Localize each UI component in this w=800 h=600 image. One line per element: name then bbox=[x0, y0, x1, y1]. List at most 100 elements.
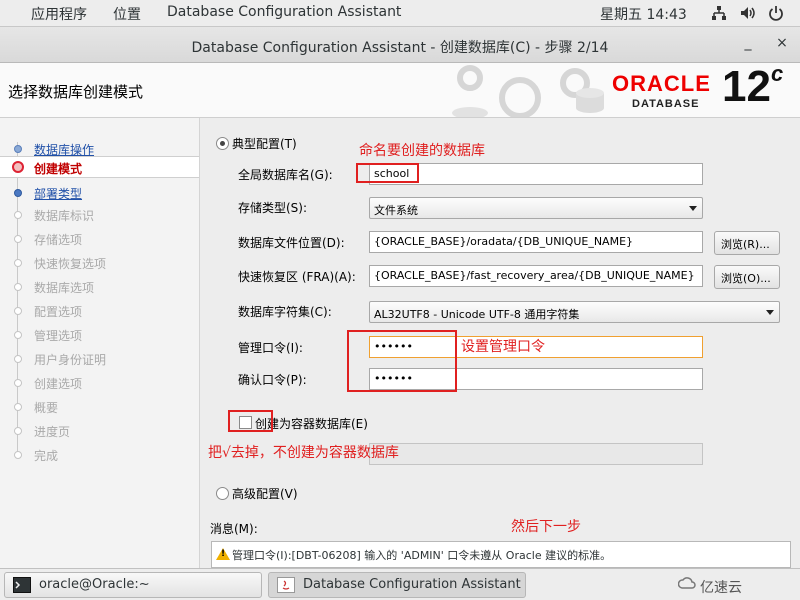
message-text: 管理口令(I):[DBT-06208] 输入的 'ADMIN' 口令未遵从 Or… bbox=[232, 549, 612, 562]
nav-step-label: 部署类型 bbox=[34, 187, 83, 201]
message-label: 消息(M): bbox=[210, 522, 258, 536]
step-dot-icon bbox=[14, 145, 22, 153]
chevron-down-icon bbox=[766, 310, 774, 315]
step-dot-icon bbox=[12, 161, 24, 173]
window-titlebar[interactable]: Database Configuration Assistant - 创建数据库… bbox=[0, 27, 800, 63]
storage-type-select[interactable]: 文件系统 bbox=[369, 197, 703, 219]
nav-step-label: 快速恢复选项 bbox=[34, 257, 107, 271]
minimize-button[interactable]: _ bbox=[739, 35, 757, 51]
nav-step-label: 创建选项 bbox=[34, 377, 83, 391]
db-file-location-label: 数据库文件位置(D): bbox=[238, 236, 345, 250]
network-icon[interactable] bbox=[711, 5, 727, 21]
clock[interactable]: 星期五 14:43 bbox=[600, 4, 687, 24]
gears-decoration-icon bbox=[452, 65, 604, 117]
main-panel: 典型配置(T) 全局数据库名(G): school 存储类型(S): 文件系统 … bbox=[201, 118, 800, 568]
power-icon[interactable] bbox=[768, 5, 784, 21]
nav-step-item: 快速恢复选项 bbox=[0, 252, 199, 274]
advanced-config-label[interactable]: 高级配置(V) bbox=[232, 485, 298, 502]
step-dot-icon bbox=[14, 307, 22, 315]
storage-type-label: 存储类型(S): bbox=[238, 201, 308, 215]
nav-step-item[interactable]: 部署类型 bbox=[0, 182, 199, 204]
nav-step-item: 管理选项 bbox=[0, 324, 199, 346]
typical-config-label[interactable]: 典型配置(T) bbox=[232, 135, 297, 152]
version-badge: 12c bbox=[722, 61, 784, 112]
admin-password-label: 管理口令(I): bbox=[238, 341, 303, 355]
nav-step-item: 数据库选项 bbox=[0, 276, 199, 298]
taskbar-dbca-label: Database Configuration Assistant - ... bbox=[303, 577, 526, 592]
steps-sidebar: 数据库操作 创建模式 部署类型 数据库标识 存储选项 快速恢复选项 数据库选项 配置选项 管理选… bbox=[0, 118, 200, 568]
annotation-box-dbname bbox=[356, 163, 419, 183]
charset-select[interactable]: AL32UTF8 - Unicode UTF-8 通用字符集 bbox=[369, 301, 780, 323]
nav-step-label: 数据库标识 bbox=[34, 209, 95, 223]
storage-type-value: 文件系统 bbox=[374, 204, 418, 217]
step-dot-icon bbox=[14, 379, 22, 387]
annotation-box-password bbox=[347, 330, 457, 392]
nav-step-item: 概要 bbox=[0, 396, 199, 418]
annotation-name-db: 命名要创建的数据库 bbox=[359, 143, 485, 159]
step-dot-icon bbox=[14, 189, 22, 197]
global-db-name-label: 全局数据库名(G): bbox=[238, 168, 333, 182]
step-dot-icon bbox=[14, 211, 22, 219]
nav-step-item: 存储选项 bbox=[0, 228, 199, 250]
taskbar-terminal-label: oracle@Oracle:~ bbox=[39, 577, 150, 592]
terminal-icon bbox=[13, 577, 31, 593]
db-file-location-input[interactable]: {ORACLE_BASE}/oradata/{DB_UNIQUE_NAME} bbox=[369, 231, 703, 253]
charset-value: AL32UTF8 - Unicode UTF-8 通用字符集 bbox=[374, 308, 580, 321]
nav-step-item[interactable]: 创建模式 bbox=[0, 156, 199, 178]
step-title: 选择数据库创建模式 bbox=[8, 83, 144, 101]
step-dot-icon bbox=[14, 451, 22, 459]
global-db-name-input[interactable]: school bbox=[369, 163, 703, 185]
annotation-next-step: 然后下一步 bbox=[511, 519, 581, 535]
chevron-down-icon bbox=[689, 206, 697, 211]
close-button[interactable]: × bbox=[773, 35, 791, 51]
message-box: 管理口令(I):[DBT-06208] 输入的 'ADMIN' 口令未遵从 Or… bbox=[211, 541, 791, 568]
nav-step-item: 进度页 bbox=[0, 420, 199, 442]
nav-step-label: 完成 bbox=[34, 449, 59, 463]
step-dot-icon bbox=[14, 331, 22, 339]
step-dot-icon bbox=[14, 235, 22, 243]
browse-fra-button[interactable]: 浏览(O)... bbox=[714, 265, 780, 289]
fra-input[interactable]: {ORACLE_BASE}/fast_recovery_area/{DB_UNI… bbox=[369, 265, 703, 287]
java-icon bbox=[277, 577, 295, 593]
volume-icon[interactable] bbox=[740, 5, 756, 21]
annotation-box-checkbox bbox=[228, 410, 273, 432]
nav-step-label: 存储选项 bbox=[34, 233, 83, 247]
applications-menu[interactable]: 应用程序 bbox=[31, 4, 87, 24]
taskbar-terminal[interactable]: oracle@Oracle:~ bbox=[4, 572, 262, 598]
nav-step-item: 配置选项 bbox=[0, 300, 199, 322]
taskbar-dbca[interactable]: Database Configuration Assistant - ... bbox=[268, 572, 526, 598]
nav-step-item: 用户身份证明 bbox=[0, 348, 199, 370]
cloud-logo-icon bbox=[678, 577, 696, 589]
annotation-uncheck: 把√去掉，不创建为容器数据库 bbox=[208, 445, 399, 461]
step-dot-icon bbox=[14, 403, 22, 411]
oracle-database-label: DATABASE bbox=[632, 98, 700, 110]
version-number: 12 bbox=[722, 62, 771, 111]
version-suffix: c bbox=[770, 61, 784, 87]
typical-config-radio[interactable] bbox=[216, 137, 229, 150]
nav-step-label: 管理选项 bbox=[34, 329, 83, 343]
step-dot-icon bbox=[14, 283, 22, 291]
places-menu[interactable]: 位置 bbox=[113, 4, 141, 24]
nav-step-label: 数据库选项 bbox=[34, 281, 95, 295]
nav-step-item: 创建选项 bbox=[0, 372, 199, 394]
window-title: Database Configuration Assistant - 创建数据库… bbox=[191, 40, 609, 56]
fra-label: 快速恢复区 (FRA)(A): bbox=[238, 270, 356, 284]
advanced-config-radio[interactable] bbox=[216, 487, 229, 500]
step-dot-icon bbox=[14, 259, 22, 267]
oracle-brand: ORACLE bbox=[612, 71, 711, 96]
nav-step-label: 创建模式 bbox=[34, 162, 83, 176]
watermark: 亿速云 bbox=[700, 580, 742, 596]
pluggable-db-name-input bbox=[369, 443, 703, 465]
active-app-menu[interactable]: Database Configuration Assistant bbox=[167, 4, 401, 20]
wizard-header: 选择数据库创建模式 ORACLE DATABASE bbox=[0, 63, 800, 118]
nav-step-label: 配置选项 bbox=[34, 305, 83, 319]
charset-label: 数据库字符集(C): bbox=[238, 305, 332, 319]
nav-step-label: 用户身份证明 bbox=[34, 353, 107, 367]
annotation-set-password: 设置管理口令 bbox=[461, 339, 545, 355]
warning-icon bbox=[216, 548, 230, 560]
oracle-logo: ORACLE DATABASE bbox=[612, 71, 711, 110]
step-dot-icon bbox=[14, 427, 22, 435]
browse-db-file-button[interactable]: 浏览(R)... bbox=[714, 231, 780, 255]
nav-step-label: 概要 bbox=[34, 401, 59, 415]
step-dot-icon bbox=[14, 355, 22, 363]
